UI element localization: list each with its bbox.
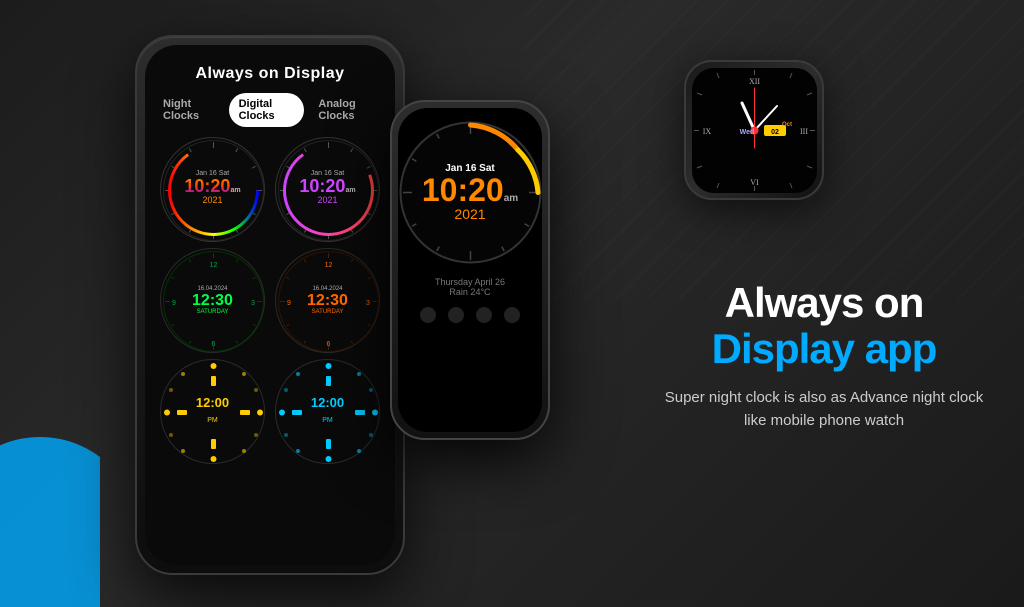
large-phone-screen: Jan 16 Sat 10:20am 2021 Thursday April 2… <box>398 108 542 432</box>
tab-digital-clocks[interactable]: Digital Clocks <box>229 93 305 127</box>
tab-bar: Night Clocks Digital Clocks Analog Clock… <box>145 93 395 137</box>
clock-purple[interactable]: Jan 16 Sat 10:20am 2021 <box>275 137 380 242</box>
big-clock-info: Jan 16 Sat 10:20am 2021 <box>422 163 518 222</box>
clock-row-3: 12:00 PM <box>145 359 395 464</box>
tab-night-clocks[interactable]: Night Clocks <box>153 93 225 127</box>
clock-green-date: 16.04.2024 <box>192 286 233 292</box>
big-clock-year: 2021 <box>422 206 518 222</box>
svg-text:VI: VI <box>750 178 759 187</box>
weather-date: Thursday April 26 <box>435 277 505 287</box>
svg-text:IX: IX <box>702 127 711 136</box>
clock-orange[interactable]: 12 3 6 9 16.04.2024 12:30 SATURDAY <box>275 248 380 353</box>
bottom-icons <box>420 307 520 323</box>
clock-cyan-dots[interactable]: 12:00 PM <box>275 359 380 464</box>
clock-orange-day: SATURDAY <box>307 309 348 315</box>
clock-yellow-ampm: PM <box>207 417 218 424</box>
square-watch-svg: XII VI IX III 02 Wed Oct <box>692 68 817 193</box>
big-clock-container: Jan 16 Sat 10:20am 2021 <box>398 120 542 265</box>
clock-green-time: 12:30 <box>192 292 233 310</box>
big-clock-time: 10:20am <box>422 174 518 206</box>
clock-cyan-ampm: PM <box>322 417 333 424</box>
svg-text:Wed: Wed <box>739 129 754 136</box>
phone-screen: Always on Display Night Clocks Digital C… <box>145 45 395 565</box>
tab-analog-clocks[interactable]: Analog Clocks <box>308 93 387 127</box>
icon-messages <box>420 307 436 323</box>
icon-dots <box>476 307 492 323</box>
clock-rainbow[interactable]: Jan 16 Sat 10:20am 2021 <box>160 137 265 242</box>
clock-green-day: SATURDAY <box>192 309 233 315</box>
square-watch: XII VI IX III 02 Wed Oct <box>684 60 824 200</box>
clock-rainbow-year: 2021 <box>184 195 240 205</box>
blue-curve-decoration <box>0 407 100 607</box>
right-content: Always on Display app Super night clock … <box>654 280 994 432</box>
headline-line1: Always on <box>654 280 994 326</box>
clock-yellow-dots-display: 12:00 PM <box>196 396 229 427</box>
clock-orange-time: 12:30 <box>307 292 348 310</box>
phone-outer: Always on Display Night Clocks Digital C… <box>135 35 405 575</box>
headline: Always on Display app <box>654 280 994 372</box>
clock-rainbow-time: 10:20am <box>184 177 240 195</box>
weather-info: Thursday April 26 Rain 24°C <box>435 277 505 297</box>
clock-cyan-dots-display: 12:00 PM <box>311 396 344 427</box>
app-title: Always on Display <box>145 45 395 93</box>
svg-text:3: 3 <box>366 300 370 307</box>
clock-green[interactable]: 12 3 6 9 16.04.2024 12:30 SATURDAY <box>160 248 265 353</box>
svg-text:3: 3 <box>251 300 255 307</box>
clock-orange-date: 16.04.2024 <box>307 286 348 292</box>
svg-text:6: 6 <box>327 341 331 348</box>
clock-yellow-time: 12:00 <box>196 396 229 409</box>
clock-rainbow-display: Jan 16 Sat 10:20am 2021 <box>184 170 240 205</box>
headline-line2: Display app <box>654 326 994 372</box>
main-phone: Always on Display Night Clocks Digital C… <box>135 35 405 575</box>
clock-purple-time: 10:20am <box>299 177 355 195</box>
weather-condition: Rain 24°C <box>435 287 505 297</box>
svg-text:III: III <box>800 127 808 136</box>
clock-green-display: 16.04.2024 12:30 SATURDAY <box>192 286 233 316</box>
large-phone-outer: Jan 16 Sat 10:20am 2021 Thursday April 2… <box>390 100 550 440</box>
clock-purple-display: Jan 16 Sat 10:20am 2021 <box>299 170 355 205</box>
svg-text:Oct: Oct <box>781 122 791 128</box>
svg-text:6: 6 <box>212 341 216 348</box>
svg-text:02: 02 <box>771 129 779 136</box>
svg-text:12: 12 <box>210 262 218 269</box>
clock-cyan-time: 12:00 <box>311 396 344 409</box>
svg-text:9: 9 <box>172 300 176 307</box>
icon-phone <box>504 307 520 323</box>
large-phone: Jan 16 Sat 10:20am 2021 Thursday April 2… <box>390 100 550 440</box>
clock-orange-display: 16.04.2024 12:30 SATURDAY <box>307 286 348 316</box>
icon-camera <box>448 307 464 323</box>
svg-text:9: 9 <box>287 300 291 307</box>
square-watch-bezel: XII VI IX III 02 Wed Oct <box>684 60 824 200</box>
svg-text:XII: XII <box>748 77 759 86</box>
clock-row-1: Jan 16 Sat 10:20am 2021 <box>145 137 395 242</box>
svg-text:12: 12 <box>325 262 333 269</box>
big-clock-text: Jan 16 Sat 10:20am 2021 <box>398 120 542 265</box>
square-watch-face: XII VI IX III 02 Wed Oct <box>692 68 817 193</box>
clock-yellow-dots[interactable]: 12:00 PM <box>160 359 265 464</box>
subtext: Super night clock is also as Advance nig… <box>654 387 994 432</box>
clock-row-2: 12 3 6 9 16.04.2024 12:30 SATURDAY <box>145 248 395 353</box>
clock-purple-year: 2021 <box>299 195 355 205</box>
